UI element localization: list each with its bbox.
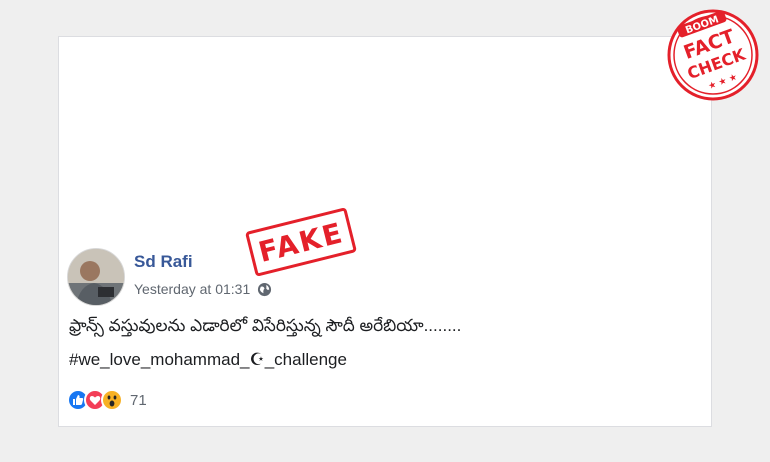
post-hashtag[interactable]: #we_love_mohammad_☪_challenge (69, 350, 347, 370)
post-author-name[interactable]: Sd Rafi (134, 252, 193, 272)
avatar-photo (68, 249, 124, 305)
post-text: ఫ్రాన్స్ వస్తువులను ఎడారిలో విసేరిస్తున్… (69, 316, 462, 335)
fact-check-seal-icon: BOOM FACT CHECK ★ ★ ★ (667, 9, 759, 101)
globe-icon[interactable] (257, 282, 272, 297)
boom-fact-check-badge: BOOM FACT CHECK ★ ★ ★ (666, 8, 760, 102)
reactions-bar[interactable]: 71 (67, 389, 147, 411)
post-timestamp[interactable]: Yesterday at 01:31 (134, 281, 250, 297)
avatar[interactable] (67, 248, 125, 306)
post-meta: Yesterday at 01:31 (134, 281, 272, 297)
wow-icon[interactable] (101, 389, 123, 411)
reaction-count[interactable]: 71 (130, 392, 147, 409)
